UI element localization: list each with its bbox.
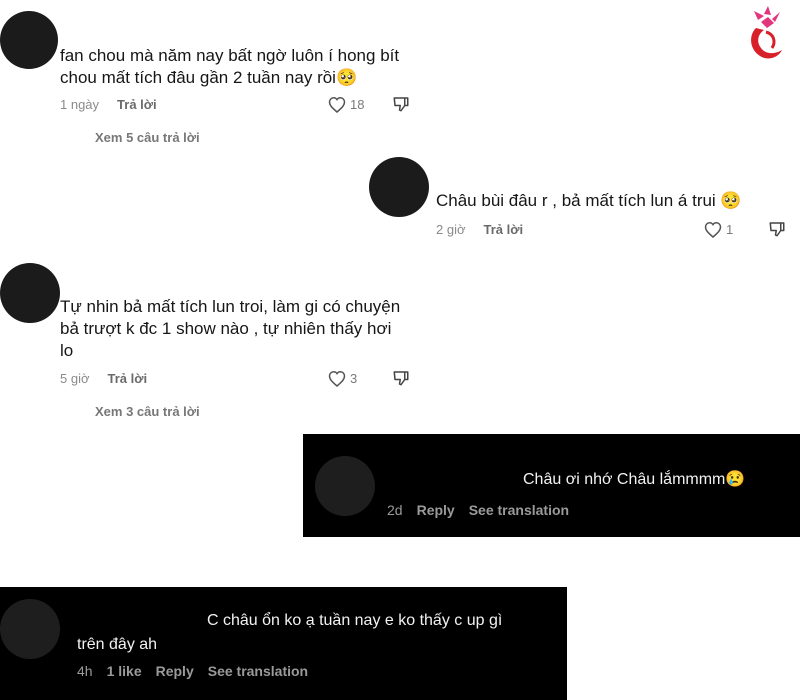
comment-text: Tự nhin bả mất tích lun troi, làm gi có … [60, 296, 400, 362]
comment-text: C châu ổn ko ạ tuần nay e ko thấy c up g… [77, 609, 557, 657]
comment-line: Châu bùi đâu r , bả mất tích lun á trui … [436, 191, 742, 210]
timestamp: 2d [387, 502, 403, 518]
reply-button[interactable]: Reply [417, 502, 455, 518]
view-replies-link[interactable]: Xem 3 câu trả lời [95, 404, 200, 419]
comment-line: trên đây ah [77, 636, 158, 653]
reply-button[interactable]: Reply [156, 663, 194, 679]
dark-comment-panel: C châu ổn ko ạ tuần nay e ko thấy c up g… [0, 587, 567, 700]
comment-meta: 4h 1 like Reply See translation [77, 663, 308, 679]
timestamp: 2 giờ [436, 222, 466, 237]
reply-button[interactable]: Trả lời [108, 371, 148, 386]
dislike-icon[interactable] [768, 220, 786, 238]
dislike-icon[interactable] [392, 95, 410, 113]
dark-comment-panel: Châu ơi nhớ Châu lắmmmm😢 2d Reply See tr… [303, 434, 800, 537]
avatar[interactable] [0, 263, 60, 323]
dislike-icon[interactable] [392, 369, 410, 387]
like-count: 1 like [106, 663, 142, 679]
comment-line: chou mất tích đâu gần 2 tuần nay rồi🥺 [60, 68, 358, 87]
heart-icon[interactable] [328, 96, 346, 113]
brand-logo [744, 6, 790, 64]
comment-text: Châu bùi đâu r , bả mất tích lun á trui … [436, 190, 742, 212]
avatar[interactable] [0, 599, 60, 659]
comment-line: lo [60, 341, 74, 360]
avatar[interactable] [369, 157, 429, 217]
avatar[interactable] [0, 11, 58, 69]
see-translation-link[interactable]: See translation [208, 663, 308, 679]
comment-meta: 2d Reply See translation [387, 502, 569, 518]
comment-line: bả trượt k đc 1 show nào , tự nhiên thấy… [60, 319, 392, 338]
comment-meta: 1 ngày Trả lời [60, 97, 157, 112]
like-count: 1 [726, 222, 734, 237]
reply-button[interactable]: Trả lời [484, 222, 524, 237]
timestamp: 1 ngày [60, 97, 100, 112]
like-count: 3 [350, 371, 358, 386]
comment-text: fan chou mà năm nay bất ngờ luôn í hong … [60, 45, 399, 89]
comment-line: C châu ổn ko ạ tuần nay e ko thấy c up g… [207, 612, 503, 629]
reply-button[interactable]: Trả lời [117, 97, 157, 112]
see-translation-link[interactable]: See translation [469, 502, 569, 518]
avatar[interactable] [315, 456, 375, 516]
timestamp: 5 giờ [60, 371, 90, 386]
view-replies-link[interactable]: Xem 5 câu trả lời [95, 130, 200, 145]
comment-text: Châu ơi nhớ Châu lắmmmm😢 [523, 471, 746, 488]
timestamp: 4h [77, 663, 93, 679]
heart-icon[interactable] [704, 221, 722, 238]
comment-line: Tự nhin bả mất tích lun troi, làm gi có … [60, 297, 401, 316]
comment-line: fan chou mà năm nay bất ngờ luôn í hong … [60, 46, 400, 65]
comment-meta: 2 giờ Trả lời [436, 222, 523, 237]
heart-icon[interactable] [328, 370, 346, 387]
comment-meta: 5 giờ Trả lời [60, 371, 147, 386]
like-count: 18 [350, 97, 365, 112]
